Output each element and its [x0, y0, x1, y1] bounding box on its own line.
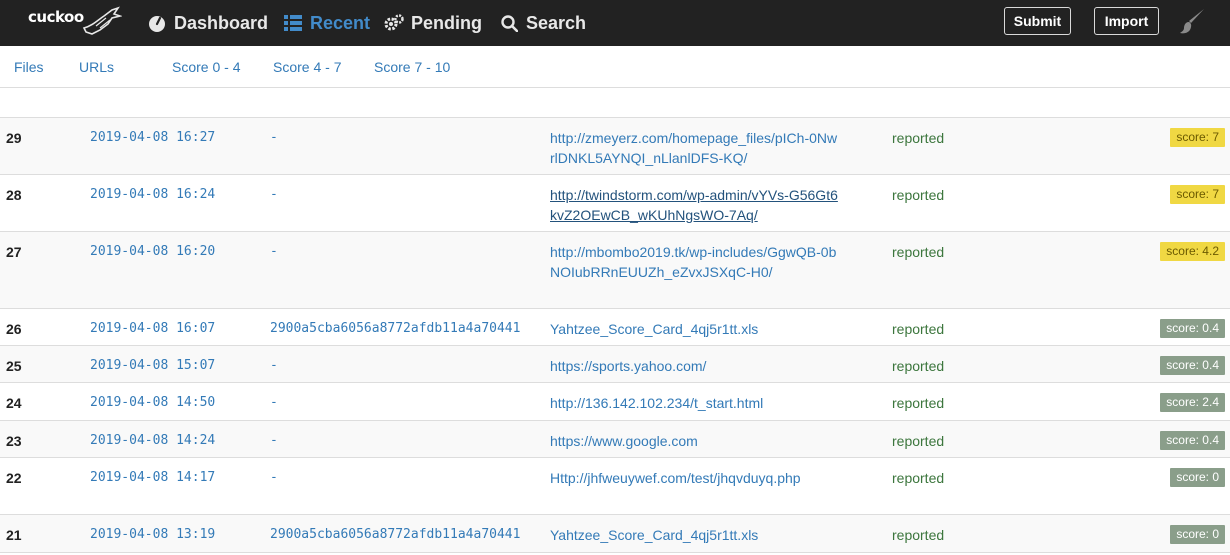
task-status: reported — [892, 527, 945, 543]
task-md5[interactable]: - — [270, 356, 278, 376]
filter-score-4-7[interactable]: Score 4 - 7 — [273, 59, 341, 75]
submit-button[interactable]: Submit — [1004, 7, 1071, 35]
task-id[interactable]: 24 — [6, 393, 22, 413]
filter-urls[interactable]: URLs — [79, 59, 114, 75]
filter-score-7-10[interactable]: Score 7 - 10 — [374, 59, 450, 75]
table-row[interactable]: 27 2019-04-08 16:20 - http://mbombo2019.tk/… — [0, 232, 1230, 309]
cuckoo-bird-icon — [82, 6, 122, 35]
score-badge: score: 4.2 — [1160, 242, 1225, 261]
task-target[interactable]: http://mbombo2019.tk/wp-includes/GgwQB-0… — [550, 242, 840, 282]
score-badge: score: 0 — [1170, 468, 1225, 487]
task-target[interactable]: Http://jhfweuywef.com/test/jhqvduyq.php — [550, 468, 840, 488]
score-badge: score: 0.4 — [1160, 356, 1225, 375]
task-id[interactable]: 27 — [6, 242, 22, 262]
task-date[interactable]: 2019-04-08 14:50 — [90, 393, 215, 413]
search-icon — [499, 13, 519, 33]
task-date[interactable]: 2019-04-08 14:24 — [90, 431, 215, 451]
task-md5[interactable]: - — [270, 242, 278, 262]
filter-bar: Files URLs Score 0 - 4 Score 4 - 7 Score… — [0, 46, 1230, 88]
task-status: reported — [892, 433, 945, 449]
task-target[interactable]: Yahtzee_Score_Card_4qj5r1tt.xls — [550, 525, 840, 545]
table-row[interactable]: 23 2019-04-08 14:24 - https://www.google.co… — [0, 421, 1230, 458]
task-status: reported — [892, 187, 945, 203]
task-status: reported — [892, 358, 945, 374]
task-md5[interactable]: - — [270, 393, 278, 413]
brand-logo[interactable]: cuckoo — [26, 6, 122, 38]
score-badge: score: 0.4 — [1160, 319, 1225, 338]
task-date[interactable]: 2019-04-08 14:17 — [90, 468, 215, 488]
task-date[interactable]: 2019-04-08 16:07 — [90, 319, 215, 339]
task-md5[interactable]: - — [270, 431, 278, 451]
import-button[interactable]: Import — [1094, 7, 1159, 35]
task-status: reported — [892, 321, 945, 337]
task-id[interactable]: 26 — [6, 319, 22, 339]
table-row[interactable]: 21 2019-04-08 13:19 2900a5cba6056a8772afdb… — [0, 515, 1230, 553]
task-id[interactable]: 29 — [6, 128, 22, 148]
task-date[interactable]: 2019-04-08 13:19 — [90, 525, 215, 545]
task-status: reported — [892, 244, 945, 260]
task-id[interactable]: 28 — [6, 185, 22, 205]
task-date[interactable]: 2019-04-08 16:20 — [90, 242, 215, 262]
task-md5[interactable]: - — [270, 185, 278, 205]
table-row[interactable]: 28 2019-04-08 16:24 - http://twindstorm.com… — [0, 175, 1230, 232]
nav-search[interactable]: Search — [499, 0, 586, 46]
task-date[interactable]: 2019-04-08 15:07 — [90, 356, 215, 376]
nav-dashboard[interactable]: Dashboard — [147, 0, 268, 46]
task-id[interactable]: 22 — [6, 468, 22, 488]
nav-pending[interactable]: Pending — [384, 0, 482, 46]
nav-dashboard-label: Dashboard — [174, 12, 269, 33]
table-header-spacer — [0, 88, 1230, 118]
task-status: reported — [892, 395, 945, 411]
table-row[interactable]: 22 2019-04-08 14:17 - Http://jhfweuywef.com… — [0, 458, 1230, 515]
score-badge: score: 0 — [1170, 525, 1225, 544]
recent-analyses-table: 29 2019-04-08 16:27 - http://zmeyerz.com/ho… — [0, 88, 1230, 553]
filter-score-0-4[interactable]: Score 0 - 4 — [172, 59, 240, 75]
task-target[interactable]: https://sports.yahoo.com/ — [550, 356, 840, 376]
dashboard-gauge-icon — [147, 13, 167, 33]
score-badge: score: 0.4 — [1160, 431, 1225, 450]
brand-name: cuckoo — [28, 8, 84, 26]
score-badge: score: 7 — [1170, 185, 1225, 204]
task-md5[interactable]: 2900a5cba6056a8772afdb11a4a70441 — [270, 319, 520, 339]
nav-pending-label: Pending — [411, 12, 482, 33]
task-md5[interactable]: - — [270, 128, 278, 148]
score-badge: score: 2.4 — [1160, 393, 1225, 412]
task-target[interactable]: http://twindstorm.com/wp-admin/vYVs-G56G… — [550, 185, 840, 225]
task-id[interactable]: 25 — [6, 356, 22, 376]
task-date[interactable]: 2019-04-08 16:24 — [90, 185, 215, 205]
task-date[interactable]: 2019-04-08 16:27 — [90, 128, 215, 148]
table-row[interactable]: 26 2019-04-08 16:07 2900a5cba6056a8772afdb… — [0, 309, 1230, 346]
task-id[interactable]: 21 — [6, 525, 22, 545]
table-row[interactable]: 25 2019-04-08 15:07 - https://sports.yahoo.… — [0, 346, 1230, 383]
navbar: cuckoo Dashboard Recent Pending Search S… — [0, 0, 1230, 46]
table-row[interactable]: 29 2019-04-08 16:27 - http://zmeyerz.com/ho… — [0, 118, 1230, 175]
task-status: reported — [892, 470, 945, 486]
task-target[interactable]: Yahtzee_Score_Card_4qj5r1tt.xls — [550, 319, 840, 339]
paint-brush-icon[interactable] — [1178, 7, 1206, 35]
task-md5[interactable]: - — [270, 468, 278, 488]
task-target[interactable]: https://www.google.com — [550, 431, 840, 451]
task-target[interactable]: http://zmeyerz.com/homepage_files/pICh-0… — [550, 128, 840, 168]
table-row[interactable]: 24 2019-04-08 14:50 - http://136.142.102.23… — [0, 383, 1230, 421]
task-md5[interactable]: 2900a5cba6056a8772afdb11a4a70441 — [270, 525, 520, 545]
nav-search-label: Search — [526, 12, 587, 33]
gears-icon — [384, 13, 404, 33]
nav-recent[interactable]: Recent — [283, 0, 370, 46]
task-target[interactable]: http://136.142.102.234/t_start.html — [550, 393, 840, 413]
list-icon — [283, 13, 303, 33]
task-status: reported — [892, 130, 945, 146]
filter-files[interactable]: Files — [14, 59, 44, 75]
task-id[interactable]: 23 — [6, 431, 22, 451]
nav-recent-label: Recent — [310, 12, 371, 33]
score-badge: score: 7 — [1170, 128, 1225, 147]
table-body: 29 2019-04-08 16:27 - http://zmeyerz.com/ho… — [0, 118, 1230, 553]
